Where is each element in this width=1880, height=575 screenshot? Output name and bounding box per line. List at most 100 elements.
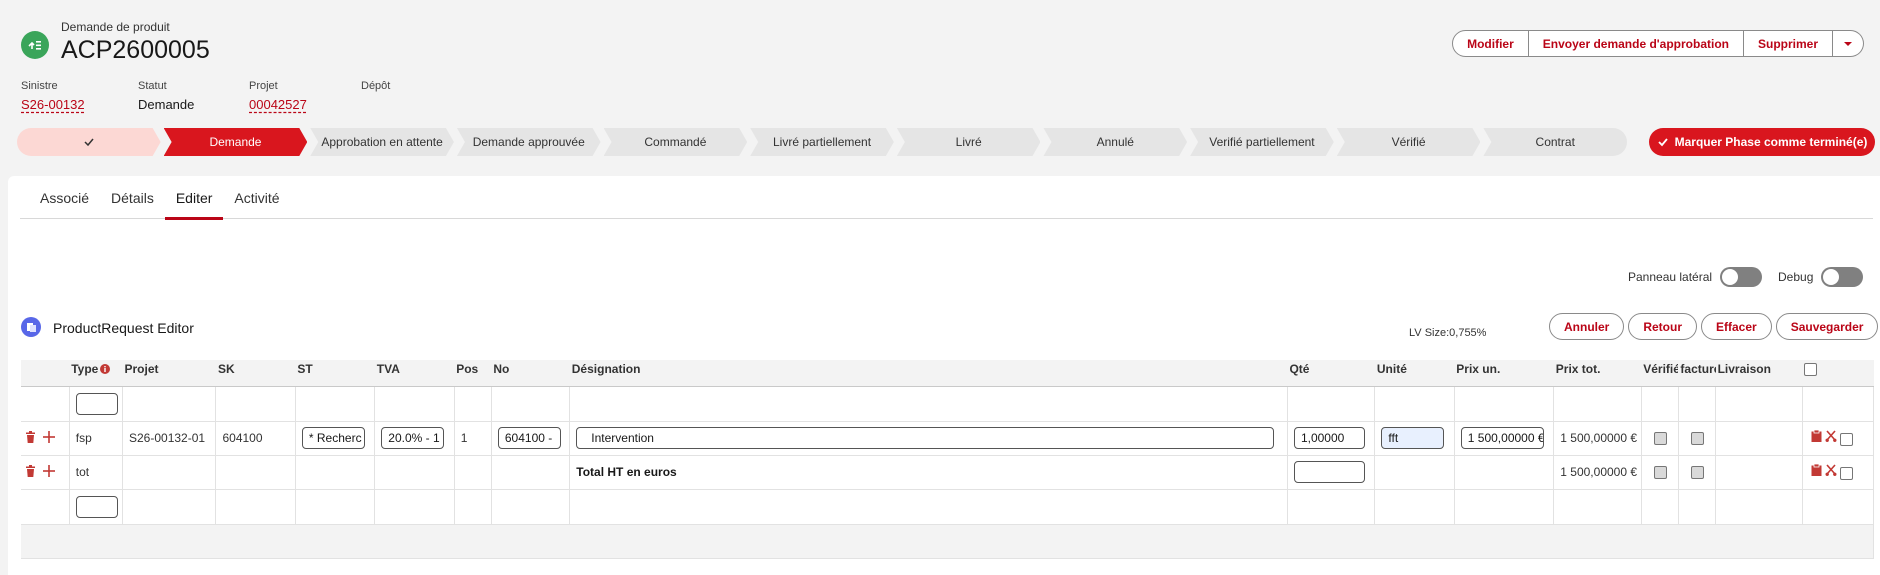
- facture-checkbox[interactable]: [1690, 466, 1704, 480]
- path-step-demande[interactable]: Demande: [164, 128, 308, 156]
- projet-link[interactable]: 00042527: [249, 97, 307, 112]
- cell-projet: [122, 455, 217, 490]
- mark-phase-complete-button[interactable]: Marquer Phase comme terminé(e): [1649, 128, 1875, 156]
- plus-icon[interactable]: [43, 430, 56, 443]
- path-step-commande[interactable]: Commandé: [604, 128, 748, 156]
- cell-no: [491, 455, 571, 490]
- field-label: Statut: [138, 80, 167, 92]
- col-verifie[interactable]: Vérifié: [1641, 360, 1679, 387]
- no-select[interactable]: 604100 -: [497, 427, 561, 449]
- cell-type: fsp: [69, 421, 124, 456]
- row-select-checkbox[interactable]: [1840, 432, 1854, 446]
- cell-type: tot: [69, 455, 124, 490]
- more-actions-button[interactable]: [1833, 30, 1864, 57]
- cell-sk: 604100: [215, 421, 296, 456]
- tab-associe[interactable]: Associé: [20, 176, 100, 219]
- col-livraison[interactable]: Livraison: [1715, 360, 1803, 387]
- tab-editer[interactable]: Editer: [164, 176, 224, 220]
- tab-details[interactable]: Détails: [100, 176, 165, 219]
- grid-header-row: Type Projet SK ST TVA Pos No Désignation…: [21, 360, 1874, 387]
- col-type[interactable]: Type: [69, 360, 123, 387]
- tab-bar: Associé Détails Editer Activité: [20, 176, 1873, 220]
- info-icon: [100, 364, 111, 374]
- col-facture[interactable]: facturé: [1678, 360, 1716, 387]
- table-row: tot Total HT en euros 1 500,00000 €: [21, 455, 1875, 490]
- side-panel-label: Panneau latéral: [1628, 270, 1713, 284]
- col-prix-tot[interactable]: Prix tot.: [1553, 360, 1642, 387]
- cell-pos: [454, 455, 492, 490]
- col-unite[interactable]: Unité: [1374, 360, 1455, 387]
- unite-input[interactable]: fft: [1381, 427, 1445, 449]
- trash-icon[interactable]: [25, 464, 36, 477]
- path-step-approbation[interactable]: Approbation en attente: [310, 128, 454, 156]
- tab-activite[interactable]: Activité: [223, 176, 290, 219]
- col-sk[interactable]: SK: [215, 360, 296, 387]
- editor-button-group: Annuler Retour Effacer Sauvegarder: [1549, 313, 1879, 340]
- col-pos[interactable]: Pos: [454, 360, 492, 387]
- path-step-livre[interactable]: Livré: [897, 128, 1041, 156]
- col-prix-un[interactable]: Prix un.: [1454, 360, 1554, 387]
- record-title: ACP2600005: [61, 36, 210, 64]
- cell-unite: [1374, 455, 1455, 490]
- send-approval-button[interactable]: Envoyer demande d'approbation: [1528, 30, 1744, 57]
- edit-button[interactable]: Modifier: [1452, 30, 1529, 57]
- verifie-checkbox[interactable]: [1653, 466, 1667, 480]
- path-step-verifie[interactable]: Vérifié: [1337, 128, 1481, 156]
- path-step-verifie-partiel[interactable]: Verifié partiellement: [1190, 128, 1334, 156]
- scissors-icon[interactable]: [1825, 430, 1837, 443]
- scissors-icon[interactable]: [1825, 464, 1837, 477]
- record-header: Demande de produit ACP2600005 Modifier E…: [0, 0, 1880, 126]
- path-step-contrat[interactable]: Contrat: [1483, 128, 1628, 156]
- clipboard-icon[interactable]: [1811, 429, 1822, 443]
- grid-footer: [21, 524, 1874, 559]
- col-no[interactable]: No: [491, 360, 570, 387]
- editor-title: ProductRequest Editor: [53, 320, 194, 336]
- clipboard-icon[interactable]: [1811, 463, 1822, 477]
- path-step-completed[interactable]: [17, 128, 161, 156]
- cell-sk: [215, 455, 296, 490]
- tva-select[interactable]: 20.0% - 1: [381, 427, 445, 449]
- field-statut: Statut Demande: [138, 80, 194, 112]
- clear-button[interactable]: Effacer: [1701, 313, 1772, 340]
- sinistre-link[interactable]: S26-00132: [21, 97, 85, 112]
- debug-label: Debug: [1778, 270, 1814, 284]
- path-step-approuvee[interactable]: Demande approuvée: [457, 128, 601, 156]
- designation-input[interactable]: Intervention: [576, 427, 1275, 449]
- status-path: Demande Approbation en attente Demande a…: [17, 128, 1628, 156]
- select-all-checkbox[interactable]: [1804, 363, 1818, 377]
- product-request-icon: [21, 31, 49, 59]
- cancel-button[interactable]: Annuler: [1549, 313, 1625, 340]
- cell-prix-tot: 1 500,00000 €: [1553, 455, 1642, 490]
- qte-input[interactable]: [1293, 461, 1365, 483]
- debug-toggle[interactable]: [1821, 267, 1864, 287]
- check-icon: [1657, 138, 1668, 147]
- type-new-input[interactable]: [75, 495, 118, 518]
- col-designation[interactable]: Désignation: [569, 360, 1288, 387]
- cell-projet: S26-00132-01: [122, 421, 217, 456]
- trash-icon[interactable]: [25, 430, 36, 443]
- debug-toggle-row: Debug: [1778, 267, 1864, 287]
- plus-icon[interactable]: [43, 464, 56, 477]
- table-row: fsp S26-00132-01 604100 * Recherc 20.0% …: [21, 421, 1875, 456]
- cell-pos: 1: [454, 421, 492, 456]
- save-button[interactable]: Sauvegarder: [1775, 313, 1879, 340]
- col-projet[interactable]: Projet: [122, 360, 216, 387]
- path-step-annule[interactable]: Annulé: [1043, 128, 1187, 156]
- col-tva[interactable]: TVA: [374, 360, 455, 387]
- facture-checkbox[interactable]: [1690, 432, 1704, 446]
- grid-filter-row: [21, 386, 1875, 422]
- qte-input[interactable]: 1,00000: [1293, 427, 1365, 449]
- col-st[interactable]: ST: [295, 360, 375, 387]
- field-projet: Projet 00042527: [249, 80, 307, 112]
- lv-size-label: LV Size:0,755%: [1409, 327, 1487, 339]
- type-filter-input[interactable]: [75, 392, 118, 415]
- verifie-checkbox[interactable]: [1653, 432, 1667, 446]
- prix-un-input[interactable]: 1 500,00000 €: [1460, 427, 1544, 449]
- side-panel-toggle[interactable]: [1720, 267, 1763, 287]
- delete-button[interactable]: Supprimer: [1743, 30, 1833, 57]
- st-select[interactable]: * Recherc: [301, 427, 365, 449]
- back-button[interactable]: Retour: [1628, 313, 1698, 340]
- row-select-checkbox[interactable]: [1840, 466, 1854, 480]
- col-qte[interactable]: Qté: [1287, 360, 1375, 387]
- path-step-livre-partiel[interactable]: Livré partiellement: [750, 128, 894, 156]
